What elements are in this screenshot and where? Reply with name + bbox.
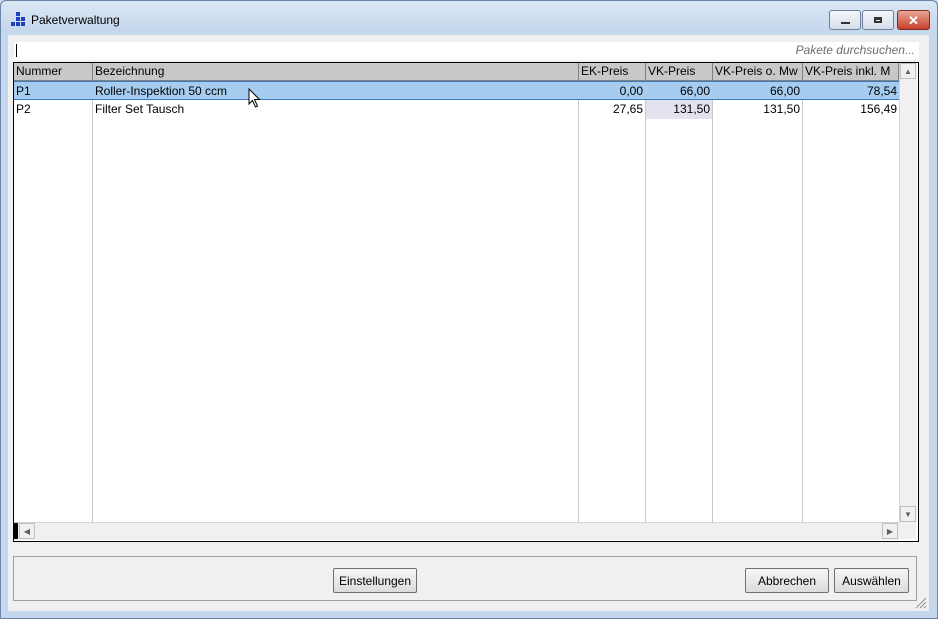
horizontal-scrollbar[interactable]: ◀ ▶ xyxy=(14,522,899,540)
arrow-up-icon: ▲ xyxy=(904,66,912,76)
row-indicator xyxy=(14,523,18,539)
close-icon: ✕ xyxy=(908,12,919,28)
cell-bezeichnung[interactable]: Filter Set Tausch xyxy=(93,100,578,119)
column-header-ek-preis[interactable]: EK-Preis xyxy=(579,63,646,80)
cell-nummer[interactable]: P2 xyxy=(14,100,92,119)
resize-grip-icon[interactable] xyxy=(915,597,927,609)
column-header-nummer[interactable]: Nummer xyxy=(14,63,93,80)
cell-ek-preis[interactable]: 27,65 xyxy=(579,100,645,119)
cell-ek-preis[interactable]: 0,00 xyxy=(579,82,645,101)
cell-vk-preis-netto[interactable]: 131,50 xyxy=(713,100,802,119)
cell-nummer[interactable]: P1 xyxy=(14,82,92,101)
text-caret xyxy=(16,44,17,57)
scroll-left-button[interactable]: ◀ xyxy=(19,523,35,539)
settings-button[interactable]: Einstellungen xyxy=(333,568,417,593)
column-header-vk-preis-netto[interactable]: VK-Preis o. Mw xyxy=(713,63,803,80)
cell-vk-preis-brutto[interactable]: 156,49 xyxy=(803,100,899,119)
column-header-vk-preis-brutto[interactable]: VK-Preis inkl. M xyxy=(803,63,899,80)
cell-vk-preis-netto[interactable]: 66,00 xyxy=(713,82,802,101)
select-button[interactable]: Auswählen xyxy=(834,568,909,593)
scroll-down-button[interactable]: ▼ xyxy=(900,506,916,522)
cell-vk-preis[interactable]: 131,50 xyxy=(646,100,712,119)
title-bar[interactable]: Paketverwaltung ✕ xyxy=(1,1,937,35)
search-bar[interactable] xyxy=(14,42,919,60)
arrow-down-icon: ▼ xyxy=(904,509,912,519)
maximize-icon xyxy=(874,17,882,23)
package-table[interactable]: Nummer Bezeichnung EK-Preis VK-Preis VK-… xyxy=(13,62,919,542)
main-window: Paketverwaltung ✕ Nummer Bezeichnung EK-… xyxy=(0,0,938,619)
column-divider xyxy=(712,81,713,522)
cell-vk-preis[interactable]: 66,00 xyxy=(646,82,712,101)
arrow-left-icon: ◀ xyxy=(23,526,31,536)
window-title: Paketverwaltung xyxy=(31,13,120,27)
column-divider xyxy=(92,81,93,522)
table-body: P1 Roller-Inspektion 50 ccm 0,00 66,00 6… xyxy=(14,81,899,522)
scroll-right-button[interactable]: ▶ xyxy=(882,523,898,539)
app-grid-icon xyxy=(11,12,25,26)
button-panel: Einstellungen Abbrechen Auswählen xyxy=(13,556,917,601)
cell-bezeichnung[interactable]: Roller-Inspektion 50 ccm xyxy=(93,82,578,101)
close-button[interactable]: ✕ xyxy=(897,10,930,30)
column-divider xyxy=(645,81,646,522)
scrollbar-corner xyxy=(899,522,916,539)
column-divider xyxy=(802,81,803,522)
minimize-button[interactable] xyxy=(829,10,861,30)
column-header-vk-preis[interactable]: VK-Preis xyxy=(646,63,713,80)
search-input[interactable] xyxy=(615,43,915,57)
minimize-icon xyxy=(840,22,850,24)
table-row[interactable]: P1 Roller-Inspektion 50 ccm 0,00 66,00 6… xyxy=(14,81,899,100)
column-divider xyxy=(578,81,579,522)
table-header: Nummer Bezeichnung EK-Preis VK-Preis VK-… xyxy=(14,63,899,81)
client-area: Nummer Bezeichnung EK-Preis VK-Preis VK-… xyxy=(8,35,929,611)
table-row[interactable]: P2 Filter Set Tausch 27,65 131,50 131,50… xyxy=(14,100,899,119)
arrow-right-icon: ▶ xyxy=(886,526,894,536)
column-header-bezeichnung[interactable]: Bezeichnung xyxy=(93,63,579,80)
cell-vk-preis-brutto[interactable]: 78,54 xyxy=(803,82,899,101)
vertical-scrollbar[interactable]: ▲ ▼ xyxy=(899,63,917,522)
scroll-up-button[interactable]: ▲ xyxy=(900,63,916,79)
mouse-pointer-icon xyxy=(248,88,261,108)
maximize-button[interactable] xyxy=(862,10,894,30)
cancel-button[interactable]: Abbrechen xyxy=(745,568,829,593)
